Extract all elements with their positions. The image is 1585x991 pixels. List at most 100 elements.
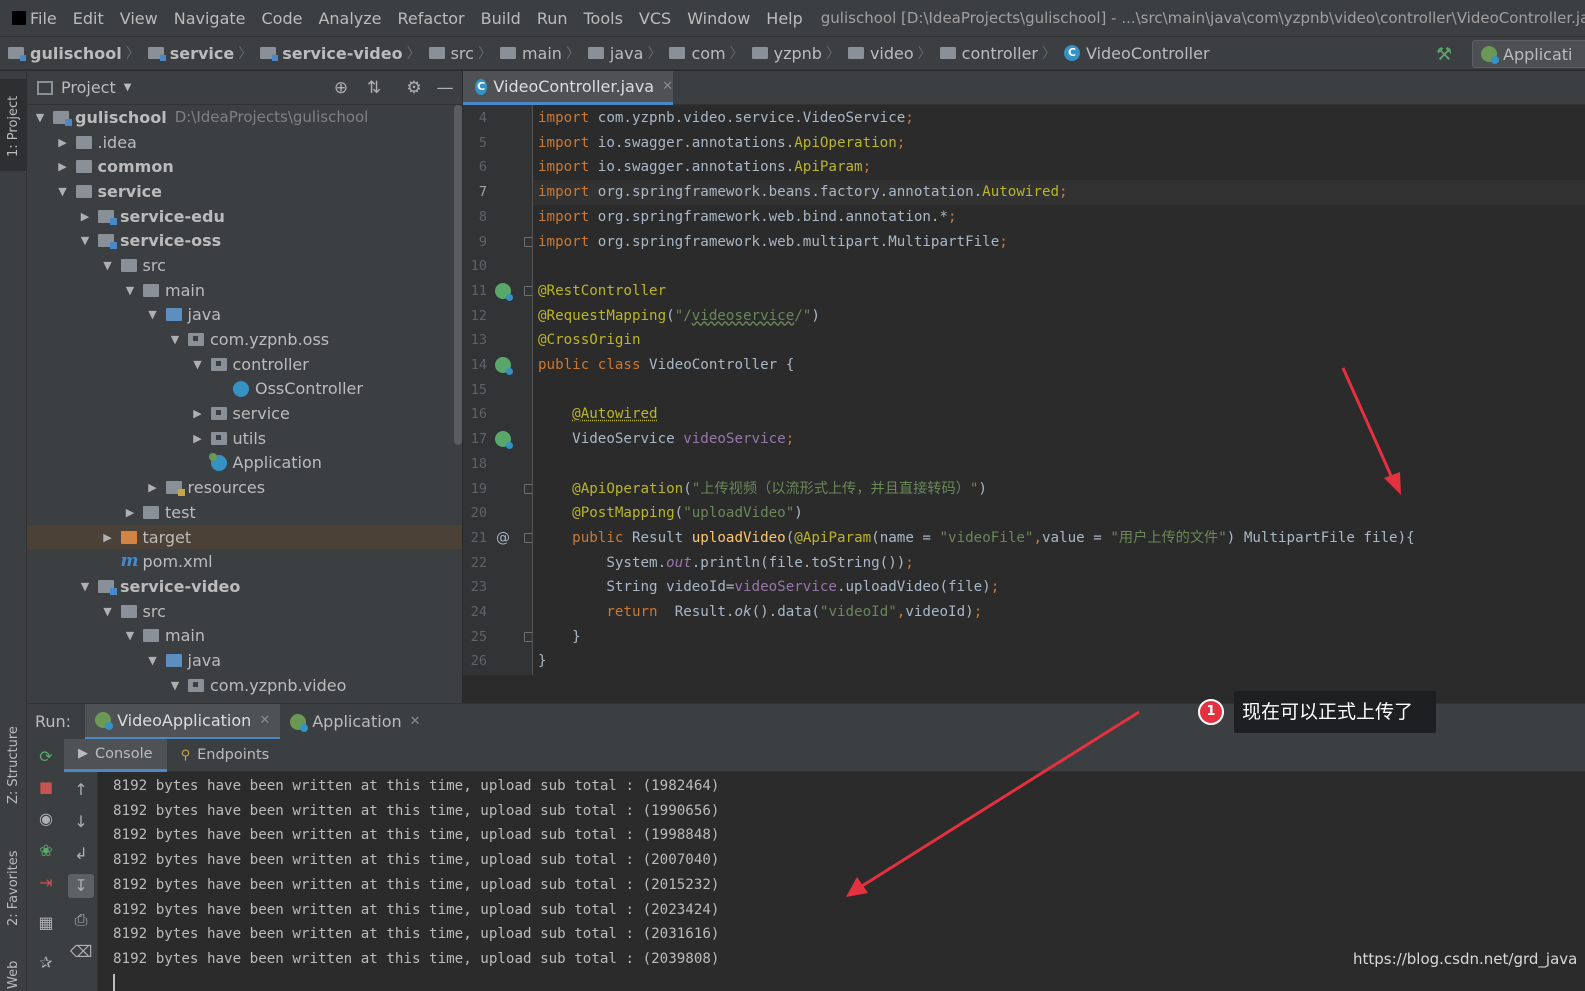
- tree-item-utils[interactable]: ▶ utils: [27, 426, 462, 451]
- arrow-down-icon[interactable]: ↓: [68, 810, 94, 834]
- tree-item-application[interactable]: Application: [27, 451, 462, 476]
- expanded-arrow-icon[interactable]: ▼: [56, 185, 70, 198]
- menu-item-code[interactable]: Code: [254, 9, 311, 28]
- layout-icon[interactable]: ▦: [36, 913, 56, 933]
- code-line[interactable]: @ApiOperation("上传视频（以流形式上传，并且直接转码）"): [533, 477, 1585, 502]
- breadcrumb-item-gulischool[interactable]: gulischool: [0, 44, 126, 63]
- breadcrumb-item-com[interactable]: com: [661, 44, 729, 63]
- debug-bug-icon[interactable]: ❀: [36, 841, 56, 861]
- tree-item-common[interactable]: ▶ common: [27, 154, 462, 179]
- menu-item-vcs[interactable]: VCS: [631, 9, 679, 28]
- breadcrumb-item-service-video[interactable]: service-video: [252, 44, 406, 63]
- tree-item-service[interactable]: ▶ service: [27, 401, 462, 426]
- tree-item-target[interactable]: ▶ target: [27, 524, 462, 550]
- menu-item-window[interactable]: Window: [679, 9, 758, 28]
- tree-item-service-video[interactable]: ▼ service-video: [27, 574, 462, 599]
- close-icon[interactable]: ✕: [410, 714, 421, 729]
- hide-panel-icon[interactable]: —: [435, 78, 455, 98]
- tab-console[interactable]: ▶ Console: [64, 738, 167, 772]
- tree-item--idea[interactable]: ▶ .idea: [27, 130, 462, 155]
- menu-item-edit[interactable]: Edit: [65, 9, 112, 28]
- rerun-icon[interactable]: ⟳: [36, 747, 56, 767]
- menu-item-navigate[interactable]: Navigate: [166, 9, 254, 28]
- tree-scrollbar[interactable]: [454, 105, 462, 445]
- tree-item-test[interactable]: ▶ test: [27, 500, 462, 525]
- tree-item-src[interactable]: ▼ src: [27, 599, 462, 624]
- tree-item-main[interactable]: ▼ main: [27, 278, 462, 303]
- code-line[interactable]: }: [533, 625, 1585, 650]
- tool-window-web[interactable]: Web: [0, 949, 27, 989]
- gear-icon[interactable]: ⚙: [404, 78, 424, 98]
- camera-icon[interactable]: ◉: [36, 809, 56, 829]
- arrow-up-icon[interactable]: ↑: [68, 778, 94, 802]
- collapsed-arrow-icon[interactable]: ▶: [101, 531, 115, 544]
- code-editor[interactable]: import com.yzpnb.video.service.VideoServ…: [533, 105, 1585, 675]
- expanded-arrow-icon[interactable]: ▼: [168, 679, 182, 692]
- code-line[interactable]: @CrossOrigin: [533, 328, 1585, 353]
- tree-item-main[interactable]: ▼ main: [27, 623, 462, 648]
- print-icon[interactable]: ⎙: [68, 908, 94, 932]
- collapsed-arrow-icon[interactable]: ▶: [56, 160, 70, 173]
- code-line[interactable]: import io.swagger.annotations.ApiParam;: [533, 155, 1585, 180]
- pin-icon[interactable]: ✰: [36, 953, 56, 973]
- expanded-arrow-icon[interactable]: ▼: [123, 629, 137, 642]
- code-line[interactable]: public class VideoController {: [533, 353, 1585, 378]
- code-line[interactable]: }: [533, 649, 1585, 674]
- collapse-all-icon[interactable]: ⇅: [364, 78, 384, 98]
- collapsed-arrow-icon[interactable]: ▶: [123, 506, 137, 519]
- breadcrumb-item-yzpnb[interactable]: yzpnb: [744, 44, 826, 63]
- soft-wrap-icon[interactable]: ↲: [68, 842, 94, 866]
- spring-bean-gutter-icon[interactable]: [495, 357, 513, 375]
- tree-item-java[interactable]: ▼ java: [27, 303, 462, 328]
- run-tab-application[interactable]: Application ✕: [280, 704, 430, 739]
- code-line[interactable]: [533, 452, 1585, 477]
- tree-item-com-yzpnb-video[interactable]: ▼ com.yzpnb.video: [27, 673, 462, 698]
- tab-endpoints[interactable]: ⚲ Endpoints: [167, 739, 284, 772]
- expanded-arrow-icon[interactable]: ▼: [78, 580, 92, 593]
- tree-item-service-edu[interactable]: ▶ service-edu: [27, 204, 462, 229]
- spring-bean-gutter-icon[interactable]: [495, 282, 513, 301]
- expanded-arrow-icon[interactable]: ▼: [168, 333, 182, 346]
- tree-item-service[interactable]: ▼ service: [27, 179, 462, 204]
- tree-item-osscontroller[interactable]: OssController: [27, 377, 462, 402]
- expanded-arrow-icon[interactable]: ▼: [33, 111, 47, 124]
- chevron-down-icon[interactable]: ▼: [124, 82, 132, 93]
- locate-target-icon[interactable]: ⊕: [331, 78, 351, 98]
- tree-item-controller[interactable]: ▼ controller: [27, 352, 462, 377]
- close-icon[interactable]: ✕: [662, 79, 673, 94]
- collapsed-arrow-icon[interactable]: ▶: [78, 210, 92, 223]
- tree-item-resources[interactable]: ▶ resources: [27, 475, 462, 500]
- scroll-to-end-icon[interactable]: ↧: [68, 874, 94, 898]
- expanded-arrow-icon[interactable]: ▼: [191, 358, 205, 371]
- editor-tab-videocontroller[interactable]: C VideoController.java ✕: [463, 71, 673, 105]
- code-line[interactable]: import org.springframework.beans.factory…: [533, 180, 1585, 205]
- breadcrumb-item-video[interactable]: video: [840, 44, 918, 63]
- stop-icon[interactable]: ■: [36, 777, 56, 797]
- code-line[interactable]: VideoService videoService;: [533, 427, 1585, 452]
- expanded-arrow-icon[interactable]: ▼: [78, 234, 92, 247]
- breadcrumb-item-main[interactable]: main: [492, 44, 566, 63]
- close-icon[interactable]: ✕: [259, 713, 270, 728]
- code-line[interactable]: [533, 254, 1585, 279]
- code-line[interactable]: import org.springframework.web.bind.anno…: [533, 205, 1585, 230]
- menu-item-view[interactable]: View: [112, 9, 166, 28]
- code-line[interactable]: @Autowired: [533, 402, 1585, 427]
- tree-item-pom-xml[interactable]: m pom.xml: [27, 549, 462, 574]
- run-tab-videoapplication[interactable]: VideoApplication ✕: [85, 704, 281, 739]
- menu-item-help[interactable]: Help: [758, 9, 810, 28]
- menu-item-tools[interactable]: Tools: [576, 9, 631, 28]
- exit-icon[interactable]: ⇥: [36, 873, 56, 893]
- menu-item-build[interactable]: Build: [473, 9, 529, 28]
- expanded-arrow-icon[interactable]: ▼: [146, 308, 160, 321]
- spring-bean-gutter-icon[interactable]: [495, 431, 513, 450]
- collapsed-arrow-icon[interactable]: ▶: [56, 136, 70, 149]
- code-line[interactable]: import com.yzpnb.video.service.VideoServ…: [533, 106, 1585, 131]
- code-line[interactable]: System.out.println(file.toString());: [533, 551, 1585, 576]
- expanded-arrow-icon[interactable]: ▼: [101, 259, 115, 272]
- tool-window-structure[interactable]: Z: Structure: [0, 716, 27, 811]
- breadcrumb-item-controller[interactable]: controller: [932, 44, 1042, 63]
- code-line[interactable]: @RestController: [533, 279, 1585, 304]
- breadcrumb-item-java[interactable]: java: [580, 44, 648, 63]
- trash-icon[interactable]: ⌫: [68, 940, 94, 964]
- tree-item-gulischool[interactable]: ▼ gulischool D:\IdeaProjects\gulischool: [27, 105, 462, 130]
